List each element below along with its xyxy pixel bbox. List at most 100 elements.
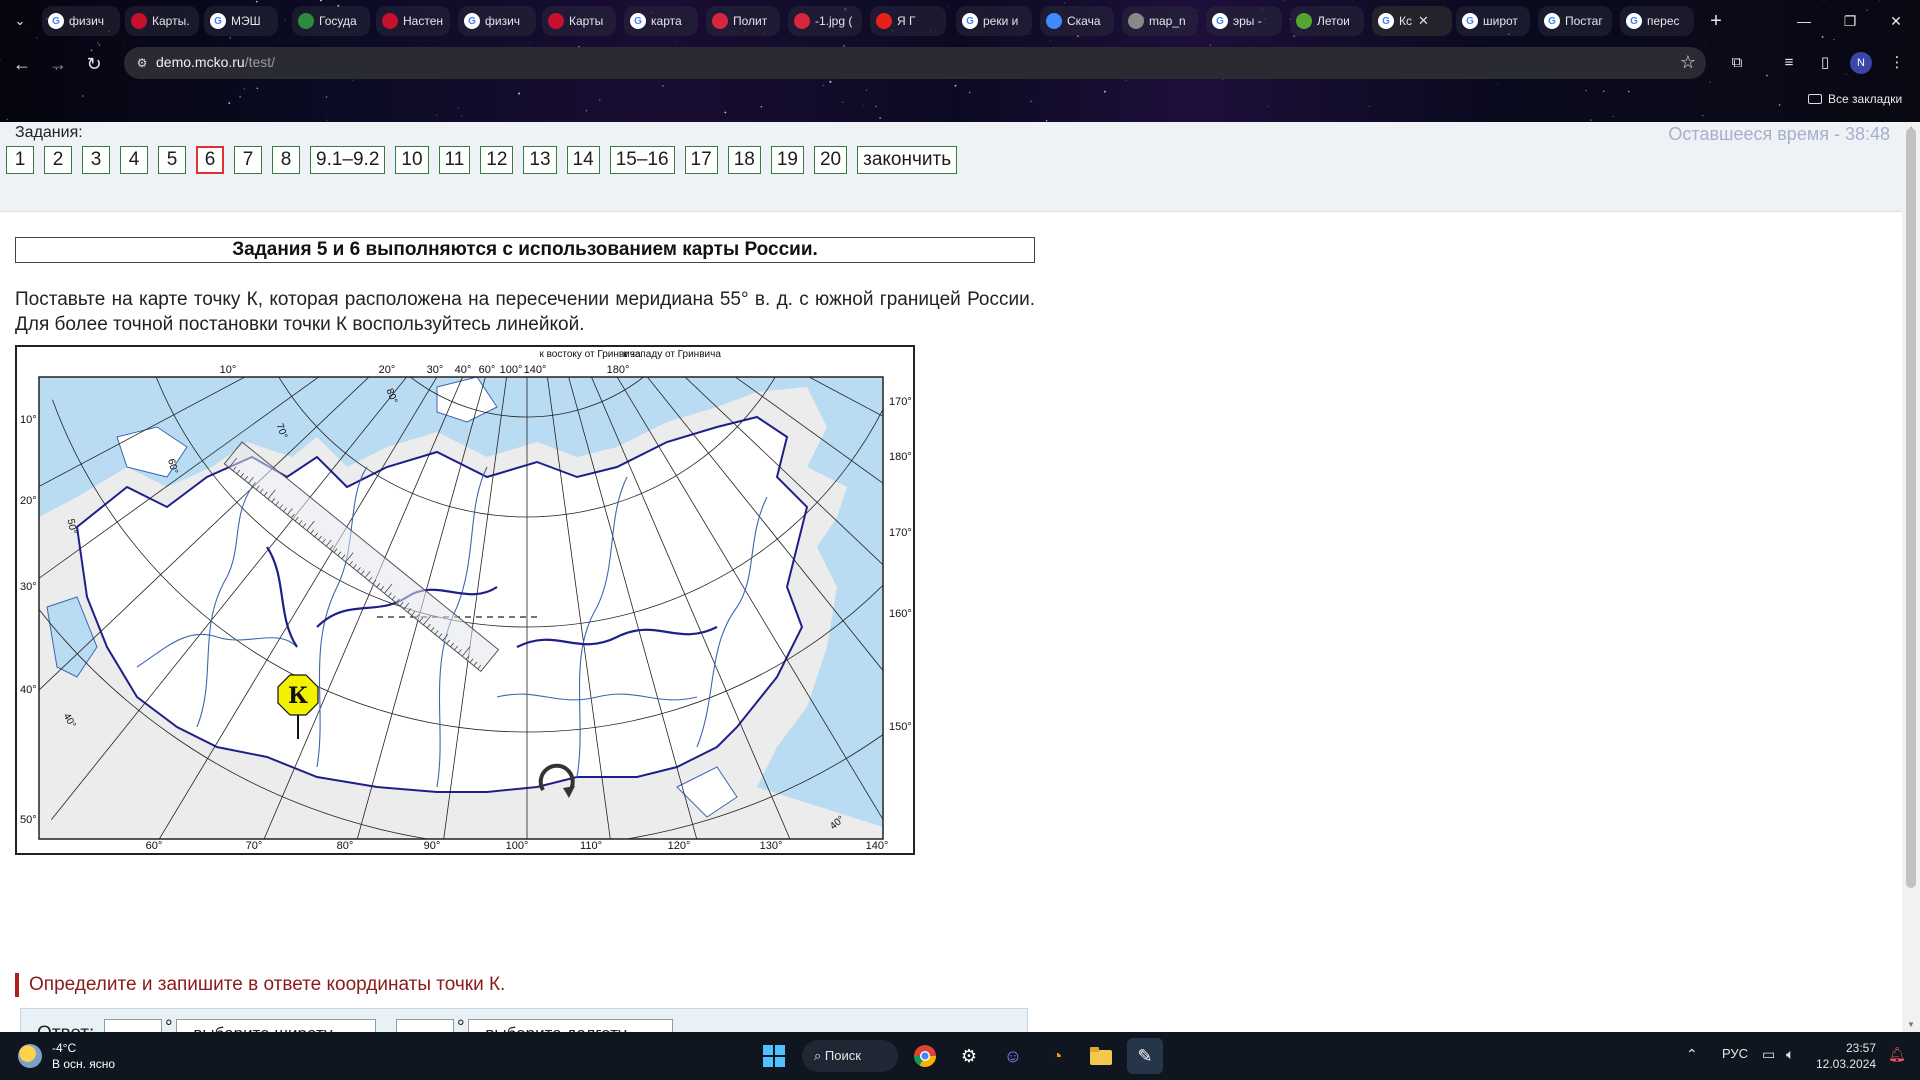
task-button[interactable]: 20	[813, 146, 848, 174]
browser-tab[interactable]: -1.jpg (	[788, 6, 862, 36]
tab-search-button[interactable]: ⌄	[8, 10, 32, 32]
minimize-button[interactable]: —	[1784, 8, 1824, 34]
browser-tab[interactable]: Gширот	[1456, 6, 1530, 36]
task-button[interactable]: 7	[234, 146, 262, 174]
task-button[interactable]: 17	[684, 146, 718, 174]
browser-tab[interactable]: G Постаг	[1538, 6, 1612, 36]
browser-tab[interactable]: Gкарта	[624, 6, 698, 36]
task-button[interactable]: 12	[480, 146, 514, 174]
browser-tab[interactable]: G Кс ✕	[1372, 6, 1452, 36]
weather-widget[interactable]: -4°C В осн. ясно	[18, 1040, 115, 1072]
browser-tab[interactable]: Я Г	[870, 6, 946, 36]
top-longitude-label: 100°	[500, 364, 523, 376]
taskbar-search[interactable]: ⌕ Поиск	[802, 1040, 898, 1072]
task-content: Задания 5 и 6 выполняются с использовани…	[15, 237, 1035, 337]
star	[1262, 106, 1263, 107]
browser-tab[interactable]: Госуда	[292, 6, 370, 36]
map-canvas[interactable]: 10° 20° 30° 40° 60° 100° 140° 180°к востоку от …	[17, 347, 913, 853]
task-button[interactable]: 5	[158, 146, 186, 174]
browser-tab[interactable]: Gфизич	[42, 6, 120, 36]
close-tab-icon[interactable]: ✕	[1418, 13, 1429, 29]
russia-map[interactable]: 10° 20° 30° 40° 60° 100° 140° 180° к востоку от …	[15, 345, 915, 855]
clock[interactable]: 23:57 12.03.2024	[1816, 1040, 1876, 1072]
scroll-down-arrow[interactable]: ▼	[1906, 1020, 1916, 1030]
browser-chrome: ⌄ Gфизич Карты. G МЭШ Госуда Настен Gфизич Карт…	[0, 0, 1920, 122]
browser-menu-icon[interactable]: ⋮	[1884, 50, 1910, 76]
address-bar[interactable]: ⚙ demo.mcko.ru/test/ ☆	[124, 47, 1706, 79]
reload-button[interactable]: ↻	[80, 50, 108, 78]
tab-title: Я Г	[897, 14, 916, 28]
star	[6, 118, 8, 121]
yandex-browser-app[interactable]: ◔	[1039, 1038, 1075, 1074]
task-button[interactable]: 13	[523, 146, 557, 174]
discord-icon: ☺	[1003, 1045, 1023, 1066]
browser-tab[interactable]: Настен	[376, 6, 450, 36]
task-button[interactable]: 18	[727, 146, 761, 174]
longitude-select[interactable]: - выберите долготу - ⌄	[468, 1019, 673, 1032]
tray-overflow-icon[interactable]: ⌃	[1686, 1046, 1698, 1063]
task-button[interactable]: 14	[566, 146, 600, 174]
browser-tab[interactable]: Карты	[542, 6, 616, 36]
task-button[interactable]: 15–16	[609, 146, 675, 174]
chrome-app[interactable]	[907, 1038, 943, 1074]
discord-app[interactable]: ☺	[995, 1038, 1031, 1074]
new-tab-button[interactable]: +	[1703, 8, 1729, 34]
longitude-degrees-input[interactable]	[396, 1019, 454, 1032]
browser-tab[interactable]: Gэры -	[1206, 6, 1282, 36]
star	[1628, 90, 1630, 93]
browser-tab[interactable]: Карты.	[125, 6, 199, 36]
media-controls-icon[interactable]: ≡	[1776, 50, 1802, 76]
extensions-icon[interactable]: ⧉	[1724, 50, 1750, 76]
side-panel-icon[interactable]: ▯	[1812, 50, 1838, 76]
mesh-icon: G	[210, 13, 226, 29]
task-button[interactable]: 10	[395, 146, 429, 174]
paint-app[interactable]: ✎	[1127, 1038, 1163, 1074]
language-indicator[interactable]: РУС	[1722, 1046, 1748, 1061]
task-button[interactable]: 4	[120, 146, 148, 174]
task-button[interactable]: 11	[438, 146, 471, 174]
start-button[interactable]	[756, 1038, 792, 1074]
browser-tab[interactable]: G МЭШ	[204, 6, 278, 36]
latitude-select[interactable]: - выберите широту - ⌄	[176, 1019, 376, 1032]
task-button[interactable]: 19	[770, 146, 804, 174]
tab-title: Скача	[1067, 14, 1101, 28]
task-button[interactable]: 9.1–9.2	[310, 146, 386, 174]
file-explorer-app[interactable]	[1083, 1038, 1119, 1074]
profile-avatar[interactable]: N	[1850, 52, 1872, 74]
browser-tab[interactable]: Скача	[1040, 6, 1114, 36]
right-longitude-label: 170°	[889, 527, 912, 539]
back-button[interactable]: ←	[8, 50, 36, 78]
finish-button[interactable]: закончить	[857, 146, 958, 174]
forward-button[interactable]: →	[44, 50, 72, 78]
scroll-thumb[interactable]	[1906, 128, 1916, 888]
star	[461, 115, 463, 117]
page-scrollbar[interactable]: ▲ ▼	[1902, 122, 1920, 1032]
browser-tab[interactable]: Полит	[706, 6, 780, 36]
all-bookmarks-button[interactable]: Все закладки	[1808, 92, 1902, 106]
task-button[interactable]: 2	[44, 146, 72, 174]
browser-tab[interactable]: map_n	[1122, 6, 1198, 36]
browser-tab[interactable]: Gфизич	[458, 6, 536, 36]
volume-icon[interactable]: 🔈︎	[1786, 1046, 1794, 1063]
site-info-icon[interactable]: ⚙	[134, 55, 150, 71]
top-longitude-label: 60°	[479, 364, 496, 376]
star	[822, 84, 825, 87]
task-button[interactable]: 6	[196, 146, 224, 174]
star	[863, 104, 865, 106]
task-button[interactable]: 3	[82, 146, 110, 174]
restore-button[interactable]: ❐	[1830, 8, 1870, 34]
tab-title: Карты.	[152, 14, 190, 28]
chrome-icon	[914, 1045, 936, 1067]
network-icon[interactable]: ▭	[1762, 1046, 1775, 1063]
browser-tab[interactable]: Gперес	[1620, 6, 1694, 36]
notification-bell-icon[interactable]: 🔔︎	[1888, 1046, 1906, 1063]
browser-tab[interactable]: Летои	[1290, 6, 1364, 36]
bookmark-star-icon[interactable]: ☆	[1680, 52, 1696, 73]
browser-tab[interactable]: Gреки и	[956, 6, 1032, 36]
latitude-degrees-input[interactable]	[104, 1019, 162, 1032]
windows-taskbar: -4°C В осн. ясно ⌕ Поиск ⚙ ☺ ◔ ✎ ⌃ РУС ▭ …	[0, 1032, 1920, 1080]
task-button[interactable]: 8	[272, 146, 300, 174]
close-window-button[interactable]: ✕	[1876, 8, 1916, 34]
steam-app[interactable]: ⚙	[951, 1038, 987, 1074]
task-button[interactable]: 1	[6, 146, 34, 174]
